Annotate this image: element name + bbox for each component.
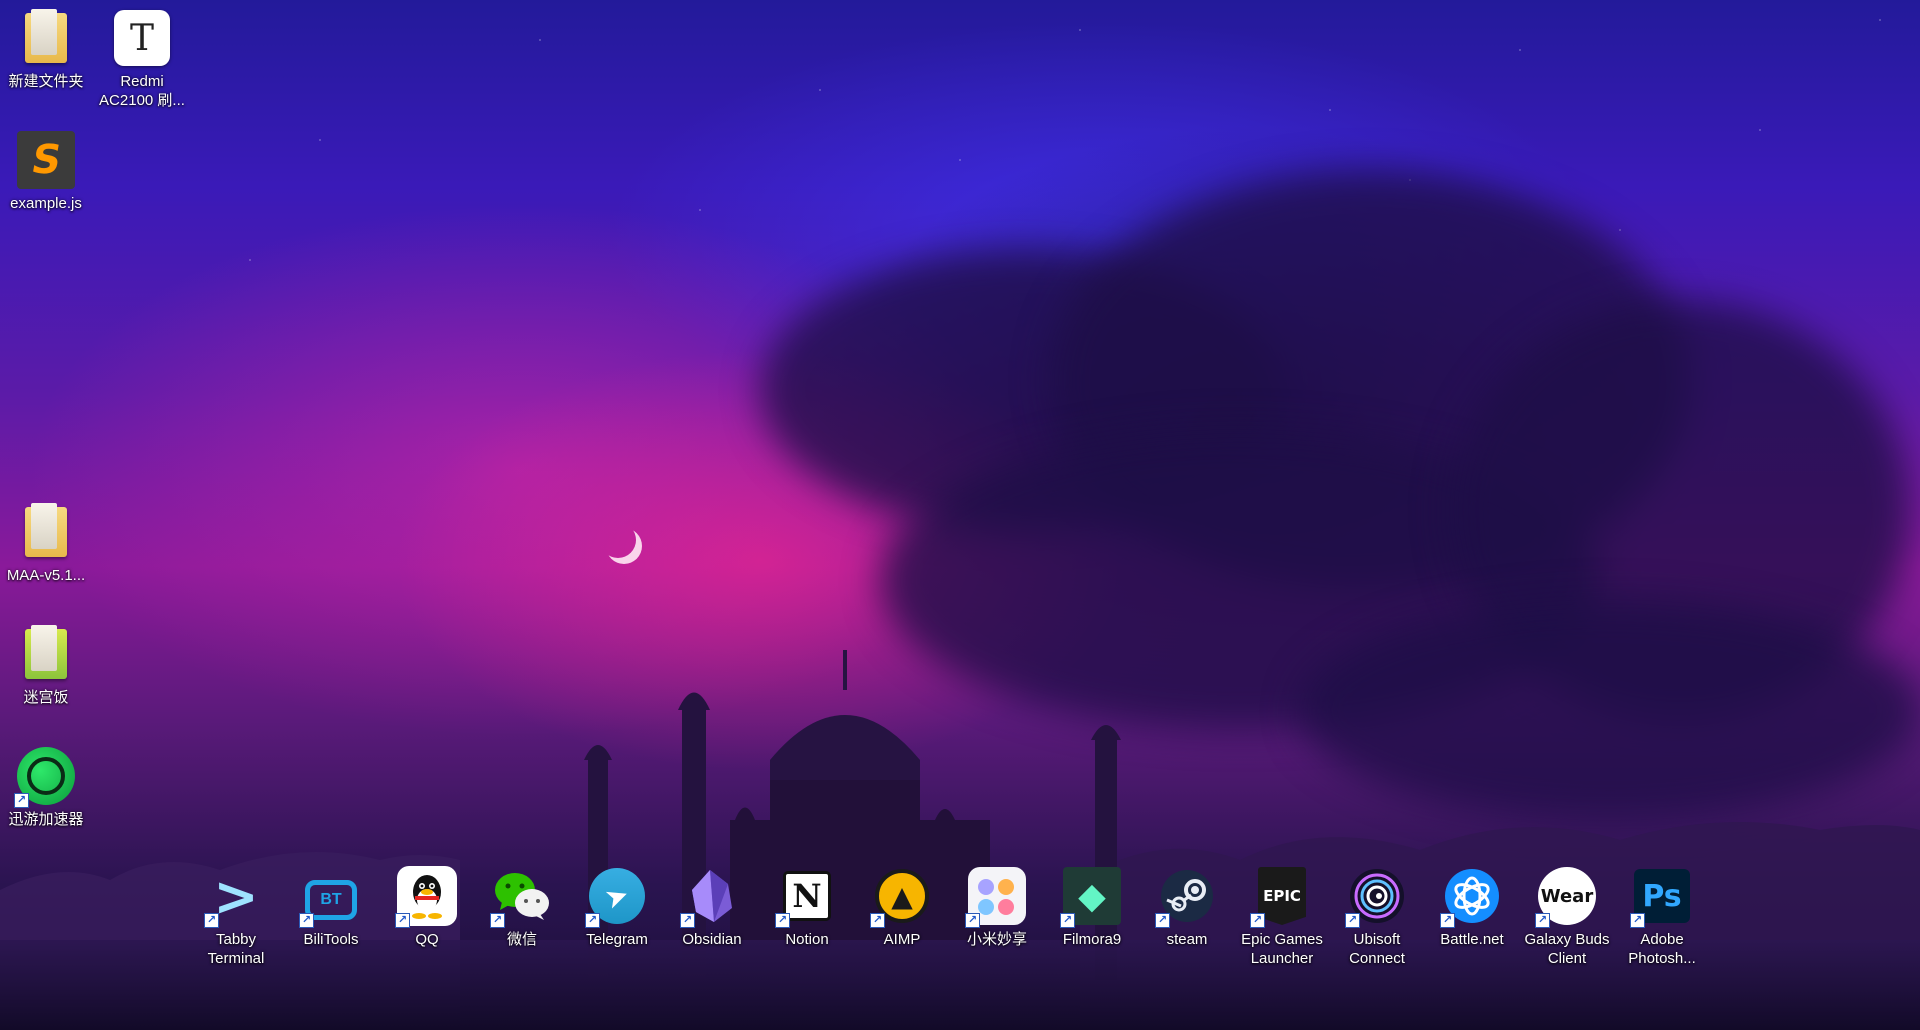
epic-glyph: EPIC [1263,887,1301,905]
qq-penguin-icon: ↗ [395,866,457,928]
shortcut-arrow-icon: ↗ [14,793,29,808]
tabby-terminal-icon: > ↗ [204,864,266,928]
desktop-icon-aimp[interactable]: ▲ ↗ AIMP [856,866,948,949]
tabby-glyph: > [213,864,259,928]
folder-icon [16,502,76,562]
icon-label: 微信 [506,931,537,948]
icon-label: Obsidian [682,931,742,948]
folder-icon [16,624,76,684]
desktop-icon-bilitools[interactable]: BT ↗ BiliTools [285,866,377,949]
shortcut-arrow-icon: ↗ [680,913,695,928]
desktop-wallpaper: 新建文件夹 T Redmi AC2100 刷... S example.js M… [0,0,1920,1030]
icon-label: Redmi AC2100 刷... [99,73,185,109]
telegram-icon: ➤ ↗ [585,866,647,928]
icon-label: Filmora9 [1062,931,1122,948]
xunyou-icon: ↗ [14,746,76,808]
icon-label: Notion [785,931,829,948]
desktop-icon-xiaomi-miaoxiang[interactable]: ↗ 小米妙享 [951,866,1043,949]
filmora-glyph: ◆ [1078,875,1106,917]
icon-label: example.js [10,195,82,212]
desktop-icon-telegram[interactable]: ➤ ↗ Telegram [571,866,663,949]
icon-label: Telegram [586,931,648,948]
desktop-icon-redmi-doc[interactable]: T Redmi AC2100 刷... [96,8,188,110]
wear-glyph: Wear [1540,885,1594,907]
desktop-icon-galaxy-buds[interactable]: Wear ↗ Galaxy Buds Client [1521,866,1613,968]
shortcut-arrow-icon: ↗ [1440,913,1455,928]
desktop-icon-migongfan[interactable]: 迷宫饭 [0,624,92,707]
icon-label: Galaxy Buds Client [1524,931,1610,967]
shortcut-arrow-icon: ↗ [775,913,790,928]
sublime-file-icon: S [16,130,76,190]
aimp-glyph: ▲ [891,879,913,913]
desktop-icon-obsidian[interactable]: ↗ Obsidian [666,866,758,949]
shortcut-arrow-icon: ↗ [1060,913,1075,928]
desktop-icon-maa[interactable]: MAA-v5.1... [0,502,92,585]
icon-label: 迷宫饭 [23,689,69,706]
desktop-icon-qq[interactable]: ↗ QQ [381,866,473,949]
shortcut-arrow-icon: ↗ [870,913,885,928]
notion-glyph: N [792,877,822,915]
icon-label: MAA-v5.1... [6,567,86,584]
bilitools-glyph: BT [320,891,342,908]
folder-icon [16,8,76,68]
icon-label: BiliTools [303,931,359,948]
icon-label: Epic Games Launcher [1241,931,1323,967]
desktop-icon-filmora9[interactable]: ◆ ↗ Filmora9 [1046,866,1138,949]
desktop-icon-steam[interactable]: ↗ steam [1141,866,1233,949]
penguin-svg [412,875,442,919]
text-document-icon: T [112,8,172,68]
ubisoft-icon: ↗ [1345,866,1407,928]
icon-label: 小米妙享 [966,931,1027,948]
desktop-icon-xunyou[interactable]: ↗ 迅游加速器 [0,746,92,829]
crescent-moon [600,522,636,558]
shortcut-arrow-icon: ↗ [585,913,600,928]
sublime-glyph: S [27,137,65,183]
shortcut-arrow-icon: ↗ [1250,913,1265,928]
shortcut-arrow-icon: ↗ [965,913,980,928]
shortcut-arrow-icon: ↗ [1535,913,1550,928]
aimp-icon: ▲ ↗ [870,866,932,928]
battlenet-icon: ↗ [1440,866,1502,928]
shortcut-arrow-icon: ↗ [490,913,505,928]
icon-label: 新建文件夹 [8,73,84,90]
obsidian-icon: ↗ [680,866,742,928]
bilitools-icon: BT ↗ [299,866,361,928]
desktop-icon-epic-games[interactable]: EPIC ↗ Epic Games Launcher [1236,866,1328,968]
shortcut-arrow-icon: ↗ [299,913,314,928]
shortcut-arrow-icon: ↗ [1155,913,1170,928]
icon-label: Adobe Photosh... [1628,931,1696,967]
epic-games-icon: EPIC ↗ [1250,866,1312,928]
telegram-glyph: ➤ [600,876,634,916]
shortcut-arrow-icon: ↗ [1345,913,1360,928]
ps-glyph: Ps [1642,878,1682,914]
desktop-icon-ubisoft[interactable]: ↗ Ubisoft Connect [1331,866,1423,968]
shortcut-arrow-icon: ↗ [204,913,219,928]
shortcut-arrow-icon: ↗ [1630,913,1645,928]
desktop-icon-example-js[interactable]: S example.js [0,130,92,213]
desktop-icon-wechat[interactable]: ↗ 微信 [476,866,568,949]
notion-icon: N ↗ [775,866,837,928]
desktop-icon-photoshop[interactable]: Ps ↗ Adobe Photosh... [1616,866,1708,968]
wechat-icon: ↗ [490,866,552,928]
shortcut-arrow-icon: ↗ [395,913,410,928]
desktop-icon-new-folder[interactable]: 新建文件夹 [0,8,92,91]
photoshop-icon: Ps ↗ [1630,866,1692,928]
text-glyph: T [129,17,154,59]
icon-label: steam [1166,931,1208,948]
obsidian-svg [692,870,732,922]
icon-label: Ubisoft Connect [1349,931,1405,967]
xiaomi-miaoxiang-icon: ↗ [965,866,1027,928]
filmora-icon: ◆ ↗ [1060,866,1122,928]
icon-label: Battle.net [1440,931,1504,948]
desktop-icon-tabby[interactable]: > ↗ Tabby Terminal [190,864,282,968]
icon-label: AIMP [883,931,921,948]
icon-label: Tabby Terminal [207,931,265,967]
icon-label: 迅游加速器 [8,811,84,828]
desktop-icon-battlenet[interactable]: ↗ Battle.net [1426,866,1518,949]
icon-label: QQ [415,931,439,948]
galaxy-wear-icon: Wear ↗ [1535,866,1597,928]
desktop-icon-notion[interactable]: N ↗ Notion [761,866,853,949]
steam-icon: ↗ [1155,866,1217,928]
